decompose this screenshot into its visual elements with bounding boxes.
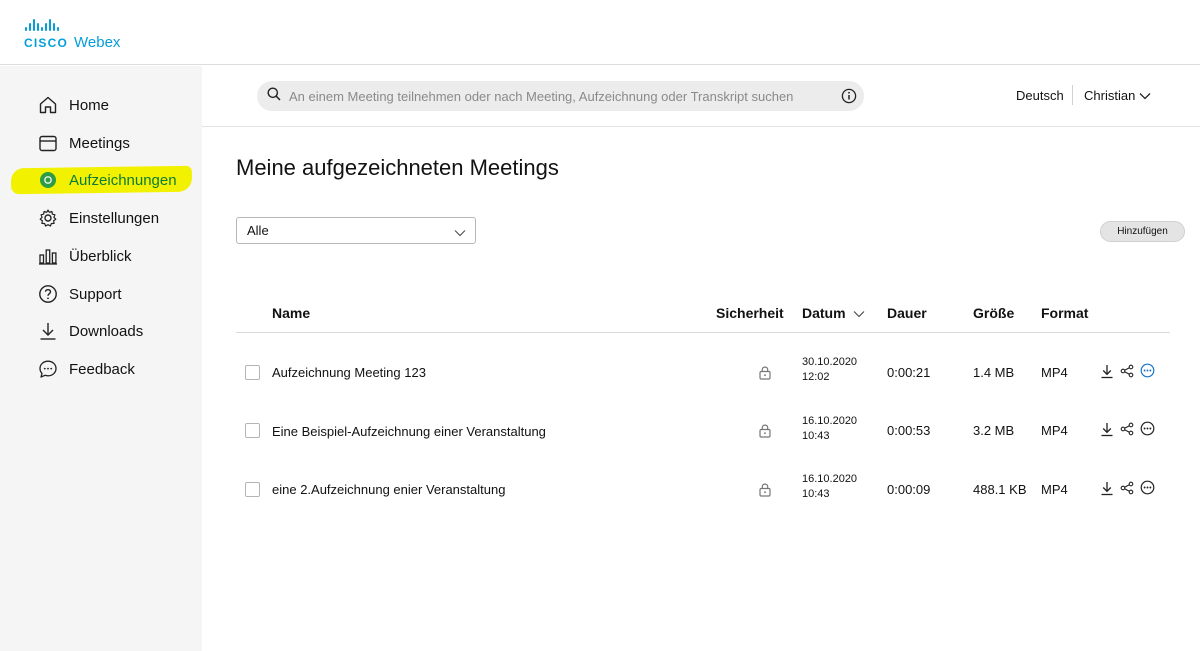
more-options-icon[interactable] — [1139, 479, 1155, 495]
recording-format: MP4 — [1041, 482, 1068, 497]
user-name: Christian — [1084, 88, 1136, 103]
sidebar-item-feedback[interactable]: Feedback — [37, 355, 135, 383]
recording-format: MP4 — [1041, 423, 1068, 438]
cisco-webex-logo[interactable]: CISCO Webex — [24, 19, 120, 51]
more-options-icon[interactable] — [1139, 362, 1155, 378]
download-icon[interactable] — [1099, 363, 1115, 379]
filter-dropdown[interactable]: Alle — [236, 217, 476, 244]
row-checkbox[interactable] — [245, 482, 260, 497]
sidebar-item-support[interactable]: Support — [37, 280, 122, 308]
sidebar: Home Meetings Aufzeichnungen Einstellung… — [0, 66, 202, 651]
download-icon — [37, 321, 58, 342]
add-button[interactable]: Hinzufügen — [1100, 221, 1185, 242]
column-header-format[interactable]: Format — [1041, 305, 1088, 321]
recording-duration: 0:00:21 — [887, 365, 931, 380]
logo-cisco-text: CISCO — [24, 36, 69, 50]
sidebar-item-label: Home — [69, 96, 110, 114]
column-header-date[interactable]: Datum — [802, 305, 865, 321]
recording-size: 1.4 MB — [973, 365, 1015, 380]
recording-size: 3.2 MB — [973, 423, 1015, 438]
info-icon[interactable] — [841, 88, 857, 109]
recording-date-day: 16.10.2020 — [802, 415, 858, 427]
chat-icon — [37, 359, 58, 380]
chevron-down-icon — [454, 225, 466, 240]
header-divider — [1072, 85, 1073, 105]
recording-date: 16.10.2020 10:43 — [802, 472, 857, 502]
recording-date: 30.10.2020 12:02 — [802, 355, 857, 385]
filter-value: Alle — [247, 223, 269, 238]
sidebar-item-downloads[interactable]: Downloads — [37, 317, 143, 345]
bar-chart-icon — [37, 246, 58, 267]
header-divider-line — [202, 126, 1200, 127]
more-options-icon[interactable] — [1139, 420, 1155, 436]
share-icon[interactable] — [1119, 363, 1135, 379]
user-menu[interactable]: Christian — [1084, 88, 1151, 103]
sidebar-item-home[interactable]: Home — [37, 91, 109, 119]
download-icon[interactable] — [1099, 480, 1115, 496]
recording-date: 16.10.2020 10:43 — [802, 414, 857, 444]
cisco-bars-icon — [25, 19, 120, 31]
lock-icon — [757, 481, 773, 497]
sidebar-item-ueberblick[interactable]: Überblick — [37, 242, 132, 270]
share-icon[interactable] — [1119, 421, 1135, 437]
table-row[interactable]: Eine Beispiel-Aufzeichnung einer Veranst… — [236, 411, 1170, 451]
lock-icon — [757, 364, 773, 380]
table-row[interactable]: Aufzeichnung Meeting 123 30.10.2020 12:0… — [236, 352, 1170, 392]
sidebar-item-label: Überblick — [69, 247, 132, 265]
sidebar-item-einstellungen[interactable]: Einstellungen — [37, 204, 159, 232]
recording-date-time: 10:43 — [802, 488, 830, 500]
help-icon — [37, 284, 58, 305]
top-bar: CISCO Webex — [0, 0, 1200, 65]
recording-name[interactable]: Aufzeichnung Meeting 123 — [272, 365, 426, 380]
row-checkbox[interactable] — [245, 365, 260, 380]
sidebar-item-label: Einstellungen — [69, 209, 160, 227]
search-input[interactable] — [289, 88, 829, 104]
recording-size: 488.1 KB — [973, 482, 1027, 497]
lock-icon — [757, 422, 773, 438]
sidebar-item-meetings[interactable]: Meetings — [37, 129, 130, 157]
recording-duration: 0:00:09 — [887, 482, 931, 497]
sidebar-item-label: Support — [69, 285, 122, 303]
column-header-date-label: Datum — [802, 305, 846, 321]
share-icon[interactable] — [1119, 480, 1135, 496]
column-header-name[interactable]: Name — [272, 305, 310, 321]
recording-name[interactable]: eine 2.Aufzeichnung enier Veranstaltung — [272, 482, 505, 497]
sidebar-item-label: Meetings — [69, 134, 130, 152]
sidebar-item-label: Downloads — [69, 322, 144, 340]
recording-name[interactable]: Eine Beispiel-Aufzeichnung einer Veranst… — [272, 424, 546, 439]
sidebar-item-aufzeichnungen[interactable]: Aufzeichnungen — [37, 166, 177, 194]
search-icon — [267, 87, 281, 106]
column-header-duration[interactable]: Dauer — [887, 305, 927, 321]
recording-date-day: 30.10.2020 — [802, 356, 858, 368]
download-icon[interactable] — [1099, 421, 1115, 437]
gear-icon — [37, 208, 58, 229]
column-header-security[interactable]: Sicherheit — [716, 305, 784, 321]
row-checkbox[interactable] — [245, 423, 260, 438]
table-row[interactable]: eine 2.Aufzeichnung enier Veranstaltung … — [236, 470, 1170, 510]
table-header-divider — [236, 332, 1170, 333]
logo-webex-text: Webex — [74, 34, 121, 51]
recording-date-day: 16.10.2020 — [802, 473, 858, 485]
search-bar[interactable] — [257, 81, 864, 111]
column-header-size[interactable]: Größe — [973, 305, 1014, 321]
recording-date-time: 12:02 — [802, 371, 830, 383]
sort-chevron-icon — [853, 305, 865, 321]
chevron-down-icon — [1139, 88, 1151, 103]
recording-format: MP4 — [1041, 365, 1068, 380]
recording-date-time: 10:43 — [802, 430, 830, 442]
home-icon — [37, 95, 58, 116]
recording-duration: 0:00:53 — [887, 423, 931, 438]
sidebar-item-label: Feedback — [69, 360, 135, 378]
record-icon — [37, 170, 58, 191]
sidebar-item-label: Aufzeichnungen — [69, 171, 177, 189]
calendar-icon — [37, 133, 58, 154]
page-title: Meine aufgezeichneten Meetings — [236, 155, 559, 180]
language-selector[interactable]: Deutsch — [1016, 88, 1064, 103]
